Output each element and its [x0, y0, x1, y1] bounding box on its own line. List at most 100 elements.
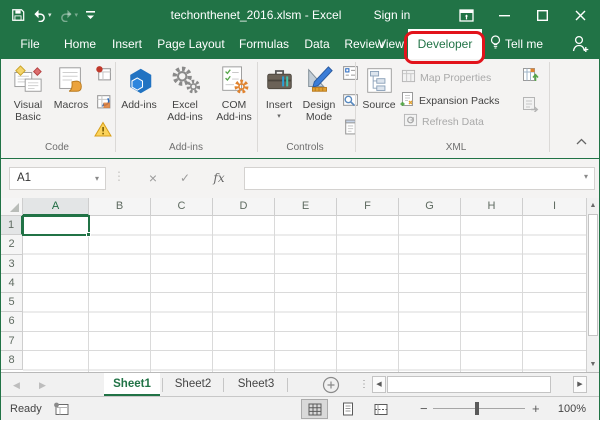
column-header-h[interactable]: H: [461, 198, 523, 216]
enter-check-icon: ✓: [173, 167, 197, 190]
formula-bar-splitter[interactable]: ⋮: [113, 169, 125, 183]
close-button[interactable]: [561, 1, 599, 29]
zoom-in-button[interactable]: +: [532, 397, 540, 421]
scroll-right-icon[interactable]: ▶: [573, 376, 587, 393]
sheet-tab-sheet2[interactable]: Sheet2: [165, 373, 221, 396]
vertical-scroll-thumb[interactable]: [588, 214, 598, 336]
horizontal-scrollbar[interactable]: ◀ ▶: [372, 376, 587, 393]
import-icon[interactable]: [522, 67, 539, 88]
maximize-button[interactable]: [523, 1, 561, 29]
formula-input[interactable]: ▾: [244, 167, 595, 190]
redo-icon: ▾: [59, 9, 79, 22]
tab-home[interactable]: Home: [61, 29, 99, 59]
page-layout-view-button[interactable]: [334, 399, 361, 419]
sheet-tab-sheet3[interactable]: Sheet3: [227, 373, 285, 396]
column-header-f[interactable]: F: [337, 198, 399, 216]
new-sheet-button[interactable]: [322, 376, 340, 394]
save-icon[interactable]: [11, 8, 25, 22]
row-header-3[interactable]: 3: [1, 255, 23, 274]
select-all-corner[interactable]: [1, 198, 23, 216]
sheet-tab-sheet1[interactable]: Sheet1: [104, 373, 160, 396]
share-person-icon[interactable]: [572, 34, 589, 58]
zoom-slider-handle[interactable]: [475, 402, 479, 415]
column-headers: A B C D E F G H I: [1, 198, 586, 216]
column-header-d[interactable]: D: [213, 198, 275, 216]
insert-function-icon[interactable]: fx: [207, 167, 231, 190]
column-header-a[interactable]: A: [23, 198, 89, 216]
zoom-slider-track[interactable]: [433, 408, 525, 409]
sheet-tab-bar: ◀ ▶ Sheet1 Sheet2 Sheet3 ⋮ ◀ ▶: [1, 372, 599, 396]
scroll-down-icon[interactable]: ▼: [587, 357, 599, 372]
expand-formula-bar-icon[interactable]: ▾: [584, 172, 588, 181]
view-code-icon[interactable]: [342, 92, 359, 113]
tab-formulas[interactable]: Formulas: [235, 29, 293, 59]
row-header-7[interactable]: 7: [1, 332, 23, 351]
column-header-g[interactable]: G: [399, 198, 461, 216]
row-header-8[interactable]: 8: [1, 351, 23, 370]
macros-button[interactable]: Macros: [51, 63, 91, 111]
horizontal-scroll-thumb[interactable]: [387, 376, 551, 393]
insert-caret-icon: ▾: [262, 112, 296, 120]
tab-developer[interactable]: Developer: [408, 29, 482, 59]
undo-icon[interactable]: ▾: [32, 9, 52, 22]
row-header-1[interactable]: 1: [1, 216, 23, 235]
scroll-up-icon[interactable]: ▲: [587, 198, 599, 213]
macro-security-icon[interactable]: [94, 121, 112, 142]
visual-basic-button[interactable]: Visual Basic: [7, 63, 49, 123]
addins-button[interactable]: Add-ins: [121, 63, 157, 111]
customize-qat-icon[interactable]: [85, 9, 96, 21]
tab-insert[interactable]: Insert: [107, 29, 147, 59]
ribbon-display-options-icon[interactable]: [447, 1, 485, 29]
expansion-packs-button[interactable]: Expansion Packs: [399, 91, 500, 110]
page-break-preview-button[interactable]: [367, 399, 394, 419]
row-header-6[interactable]: 6: [1, 312, 23, 331]
excel-addins-icon: [161, 63, 209, 95]
properties-icon[interactable]: [342, 65, 359, 86]
column-header-c[interactable]: C: [151, 198, 213, 216]
column-header-b[interactable]: B: [89, 198, 151, 216]
controls-small-buttons: [342, 65, 359, 140]
ribbon-tab-row: File Home Insert Page Layout Formulas Da…: [1, 29, 599, 59]
fill-handle[interactable]: [86, 232, 91, 237]
map-properties-label: Map Properties: [420, 72, 491, 84]
refresh-data-icon: [403, 113, 418, 130]
column-header-i[interactable]: I: [523, 198, 586, 216]
tab-view[interactable]: View: [373, 29, 409, 59]
sign-in-button[interactable]: Sign in: [363, 1, 421, 29]
column-header-e[interactable]: E: [275, 198, 337, 216]
tab-bar-splitter[interactable]: ⋮: [359, 373, 369, 397]
com-addins-button[interactable]: COM Add-ins: [211, 63, 257, 123]
scroll-left-icon[interactable]: ◀: [372, 376, 386, 393]
vertical-scrollbar[interactable]: ▲ ▼: [586, 198, 599, 372]
name-box[interactable]: A1 ▾: [9, 167, 106, 190]
use-relative-references-icon[interactable]: [95, 93, 112, 115]
tab-data[interactable]: Data: [299, 29, 335, 59]
tell-me-box[interactable]: Tell me: [490, 29, 543, 59]
zoom-level[interactable]: 100%: [546, 397, 586, 421]
undo-caret-icon[interactable]: ▾: [48, 11, 52, 19]
selected-cell-a1[interactable]: [22, 215, 90, 236]
excel-addins-label: Excel Add-ins: [161, 99, 209, 123]
record-macro-icon[interactable]: [95, 65, 112, 87]
cell-grid[interactable]: [23, 216, 586, 372]
row-header-4[interactable]: 4: [1, 274, 23, 293]
insert-control-button[interactable]: Insert ▾: [262, 63, 296, 120]
group-separator: [257, 62, 258, 152]
macro-record-status-icon[interactable]: [53, 402, 69, 421]
name-box-caret-icon[interactable]: ▾: [95, 168, 99, 189]
collapse-ribbon-icon[interactable]: [576, 132, 587, 150]
visual-basic-label: Visual Basic: [7, 99, 49, 123]
excel-addins-button[interactable]: Excel Add-ins: [161, 63, 209, 123]
design-mode-button[interactable]: Design Mode: [297, 63, 341, 123]
sheet-tab-separator: [287, 378, 288, 392]
source-button[interactable]: Source: [359, 63, 399, 111]
row-header-5[interactable]: 5: [1, 293, 23, 312]
row-header-2[interactable]: 2: [1, 235, 23, 254]
tab-page-layout[interactable]: Page Layout: [153, 29, 229, 59]
group-separator: [115, 62, 116, 152]
code-small-buttons: [94, 65, 112, 142]
zoom-out-button[interactable]: −: [420, 397, 428, 421]
tab-file[interactable]: File: [13, 29, 47, 59]
minimize-button[interactable]: [485, 1, 523, 29]
normal-view-button[interactable]: [301, 399, 328, 419]
